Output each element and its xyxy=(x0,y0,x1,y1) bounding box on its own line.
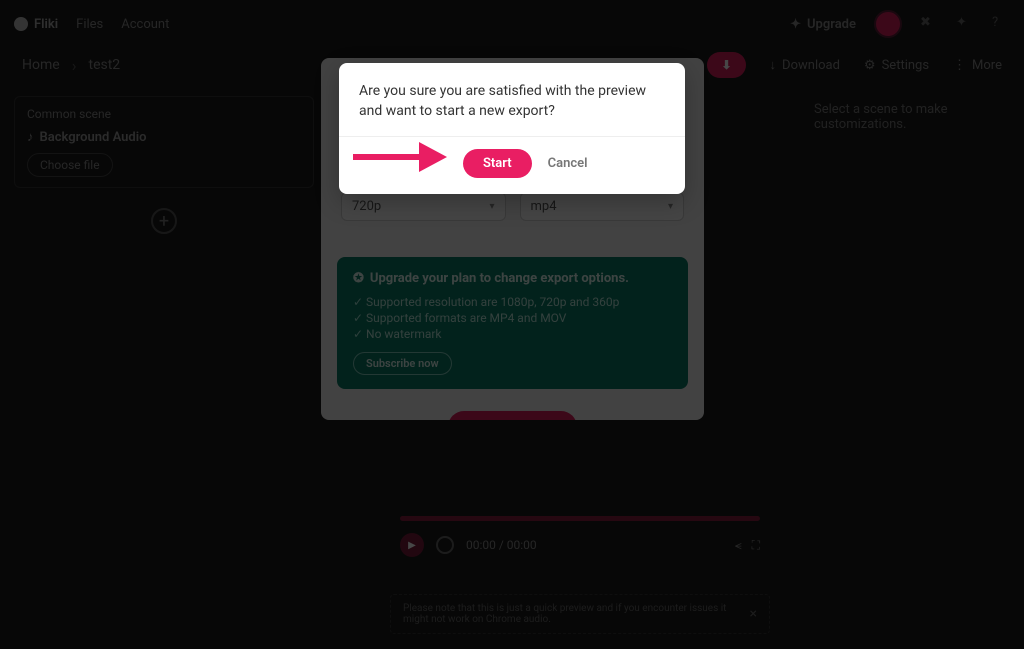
confirm-message: Are you sure you are satisfied with the … xyxy=(359,81,665,122)
cancel-button[interactable]: Cancel xyxy=(548,156,588,171)
start-button[interactable]: Start xyxy=(463,149,532,178)
instruction-arrow-icon xyxy=(345,132,455,182)
